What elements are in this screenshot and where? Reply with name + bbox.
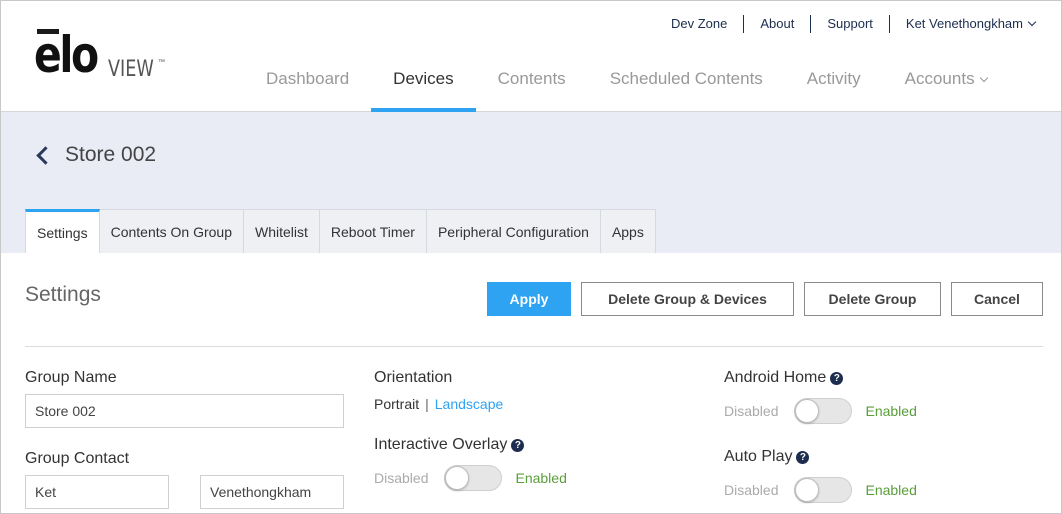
dev-zone-link[interactable]: Dev Zone [671, 15, 743, 33]
elo-view-logo[interactable]: elo VIEW ™ [34, 26, 174, 85]
page-title: Store 002 [65, 143, 157, 166]
interactive-overlay-toggle-row: Disabled Enabled [374, 465, 567, 491]
orientation-portrait-option[interactable]: Portrait [374, 396, 419, 412]
android-home-disabled-label: Disabled [724, 403, 779, 419]
delete-group-button[interactable]: Delete Group [804, 282, 941, 316]
auto-play-disabled-label: Disabled [724, 482, 779, 498]
auto-play-enabled-label: Enabled [865, 482, 917, 498]
cancel-button[interactable]: Cancel [951, 282, 1043, 316]
tab-settings[interactable]: Settings [25, 209, 100, 253]
about-link[interactable]: About [743, 15, 810, 33]
user-menu[interactable]: Ket Venethongkham [888, 15, 1037, 33]
support-link[interactable]: Support [810, 15, 889, 33]
orientation-landscape-option[interactable]: Landscape [435, 396, 504, 412]
orientation-options: Portrait | Landscape [374, 396, 503, 412]
tab-contents-on-group[interactable]: Contents On Group [99, 209, 244, 253]
interactive-overlay-toggle[interactable] [444, 465, 503, 491]
android-home-toggle-row: Disabled Enabled [724, 398, 917, 424]
nav-contents[interactable]: Contents [476, 59, 588, 112]
android-home-enabled-label: Enabled [865, 403, 917, 419]
auto-play-label: Auto Play? [724, 448, 810, 466]
nav-dashboard[interactable]: Dashboard [244, 59, 371, 112]
orientation-separator: | [425, 396, 429, 412]
auto-play-toggle-row: Disabled Enabled [724, 477, 917, 503]
tab-reboot-timer[interactable]: Reboot Timer [319, 209, 427, 253]
chevron-down-icon [1027, 17, 1037, 27]
delete-group-devices-button[interactable]: Delete Group & Devices [581, 282, 794, 316]
group-tabs: Settings Contents On Group Whitelist Reb… [25, 209, 656, 253]
chevron-down-icon [979, 73, 988, 83]
section-divider [25, 346, 1043, 347]
logo-elo-text: elo [34, 26, 99, 84]
help-icon[interactable]: ? [830, 372, 844, 385]
nav-devices[interactable]: Devices [371, 59, 477, 112]
auto-play-toggle[interactable] [794, 477, 853, 503]
contact-last-name-input[interactable]: Venethongkham [200, 475, 344, 509]
back-arrow-icon[interactable] [35, 146, 49, 164]
interactive-overlay-label: Interactive Overlay? [374, 436, 525, 454]
interactive-overlay-enabled-label: Enabled [515, 470, 567, 486]
site-header: elo VIEW ™ Dev Zone About Support Ket Ve… [1, 1, 1061, 112]
nav-accounts[interactable]: Accounts [883, 59, 1009, 112]
android-home-label: Android Home? [724, 369, 844, 387]
contact-first-name-input[interactable]: Ket [25, 475, 169, 509]
toggle-knob [795, 399, 820, 423]
group-name-input[interactable]: Store 002 [25, 394, 344, 428]
interactive-overlay-disabled-label: Disabled [374, 470, 429, 486]
android-home-toggle[interactable] [794, 398, 853, 424]
apply-button[interactable]: Apply [487, 282, 571, 316]
tab-peripheral-configuration[interactable]: Peripheral Configuration [426, 209, 601, 253]
app-window: elo VIEW ™ Dev Zone About Support Ket Ve… [0, 0, 1062, 514]
nav-activity[interactable]: Activity [785, 59, 883, 112]
logo-trademark: ™ [158, 59, 165, 66]
tab-whitelist[interactable]: Whitelist [244, 209, 320, 253]
toggle-knob [445, 466, 470, 490]
logo-view-text: VIEW [108, 57, 154, 82]
help-icon[interactable]: ? [796, 451, 810, 464]
section-title: Settings [25, 283, 101, 306]
help-icon[interactable]: ? [511, 439, 525, 452]
toggle-knob [795, 478, 820, 502]
auto-play-text: Auto Play [724, 448, 793, 465]
user-name: Ket Venethongkham [905, 16, 1023, 31]
top-utility-nav: Dev Zone About Support Ket Venethongkham [671, 15, 1037, 33]
nav-scheduled-contents[interactable]: Scheduled Contents [588, 59, 785, 112]
interactive-overlay-text: Interactive Overlay [374, 436, 508, 453]
tab-apps[interactable]: Apps [600, 209, 656, 253]
android-home-text: Android Home [724, 369, 827, 386]
orientation-label: Orientation [374, 369, 453, 386]
main-nav: Dashboard Devices Contents Scheduled Con… [244, 59, 1009, 112]
nav-accounts-label: Accounts [904, 69, 975, 88]
group-contact-label: Group Contact [25, 450, 130, 467]
group-name-label: Group Name [25, 369, 117, 386]
